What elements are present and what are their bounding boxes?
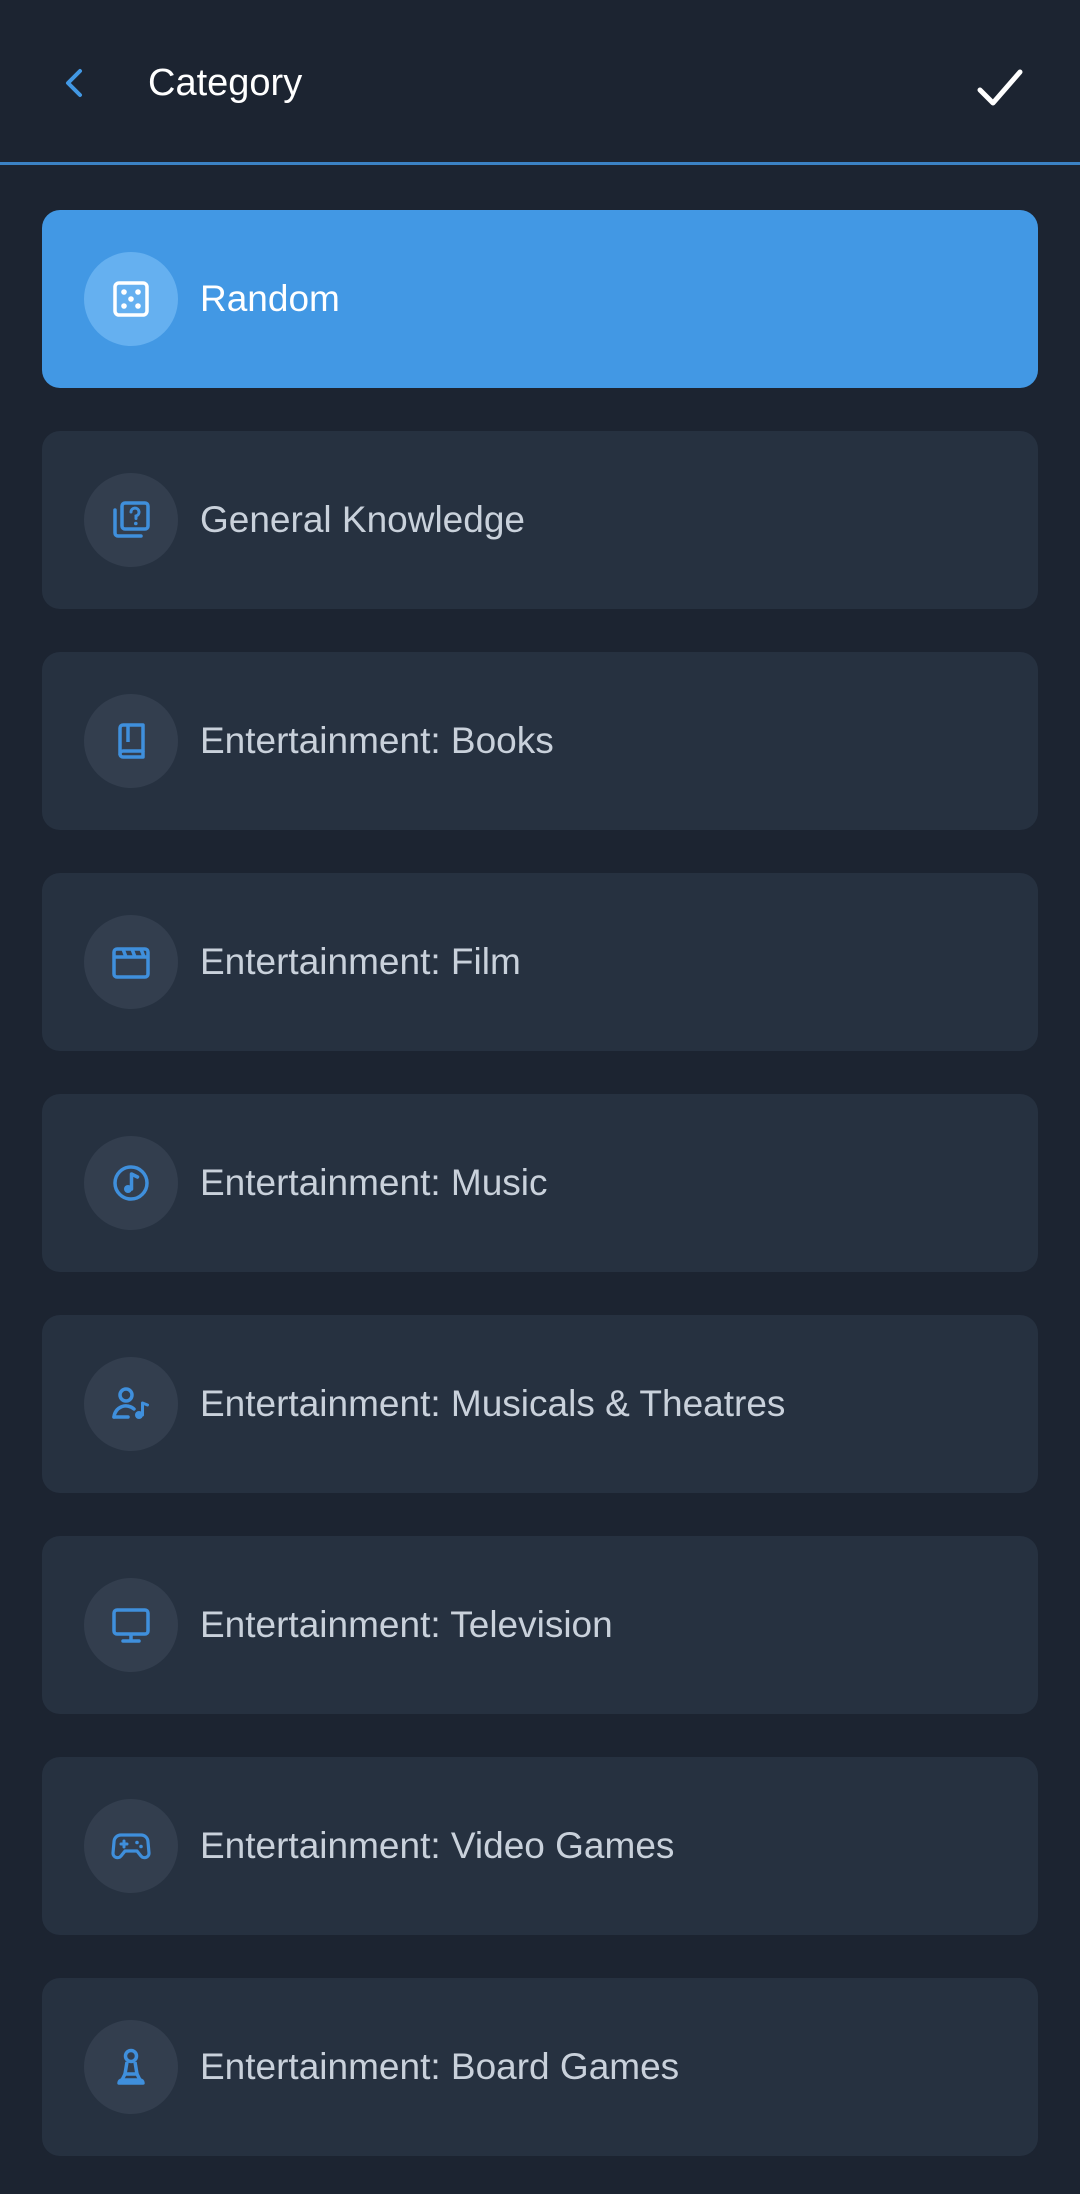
category-label: Entertainment: Music bbox=[200, 1162, 548, 1203]
category-label: Entertainment: Film bbox=[200, 941, 521, 982]
icon-badge bbox=[84, 252, 178, 346]
icon-badge bbox=[84, 1799, 178, 1893]
category-label: Entertainment: Board Games bbox=[200, 2046, 680, 2087]
category-item-general-knowledge[interactable]: General Knowledge bbox=[42, 431, 1038, 609]
icon-badge bbox=[84, 915, 178, 1009]
category-screen: Category Random General Knowledge Entert… bbox=[0, 0, 1080, 2194]
category-item-musicals-theatres[interactable]: Entertainment: Musicals & Theatres bbox=[42, 1315, 1038, 1493]
category-item-random[interactable]: Random bbox=[42, 210, 1038, 388]
category-label: General Knowledge bbox=[200, 499, 525, 540]
category-label: Random bbox=[200, 278, 340, 319]
back-button[interactable] bbox=[40, 48, 110, 118]
category-label: Entertainment: Musicals & Theatres bbox=[200, 1383, 786, 1424]
checkmark-icon bbox=[972, 60, 1028, 116]
category-item-board-games[interactable]: Entertainment: Board Games bbox=[42, 1978, 1038, 2156]
icon-badge bbox=[84, 473, 178, 567]
icon-badge bbox=[84, 694, 178, 788]
category-label: Entertainment: Television bbox=[200, 1604, 613, 1645]
category-list: Random General Knowledge Entertainment: … bbox=[42, 210, 1038, 2194]
page-title: Category bbox=[148, 62, 303, 104]
dice-icon bbox=[111, 279, 151, 319]
category-item-books[interactable]: Entertainment: Books bbox=[42, 652, 1038, 830]
music-note-icon bbox=[110, 1162, 152, 1204]
category-item-music[interactable]: Entertainment: Music bbox=[42, 1094, 1038, 1272]
icon-badge bbox=[84, 2020, 178, 2114]
app-bar: Category bbox=[0, 0, 1080, 165]
book-icon bbox=[111, 721, 151, 761]
television-icon bbox=[110, 1604, 152, 1646]
question-cards-icon bbox=[110, 499, 152, 541]
clapperboard-icon bbox=[110, 941, 152, 983]
category-label: Entertainment: Books bbox=[200, 720, 554, 761]
confirm-button[interactable] bbox=[960, 48, 1040, 128]
chess-pawn-icon bbox=[110, 2046, 152, 2088]
category-item-television[interactable]: Entertainment: Television bbox=[42, 1536, 1038, 1714]
icon-badge bbox=[84, 1357, 178, 1451]
category-item-film[interactable]: Entertainment: Film bbox=[42, 873, 1038, 1051]
icon-badge bbox=[84, 1136, 178, 1230]
singer-icon bbox=[110, 1383, 152, 1425]
gamepad-icon bbox=[110, 1825, 152, 1867]
chevron-left-icon bbox=[55, 63, 95, 103]
category-label: Entertainment: Video Games bbox=[200, 1825, 675, 1866]
category-item-video-games[interactable]: Entertainment: Video Games bbox=[42, 1757, 1038, 1935]
icon-badge bbox=[84, 1578, 178, 1672]
